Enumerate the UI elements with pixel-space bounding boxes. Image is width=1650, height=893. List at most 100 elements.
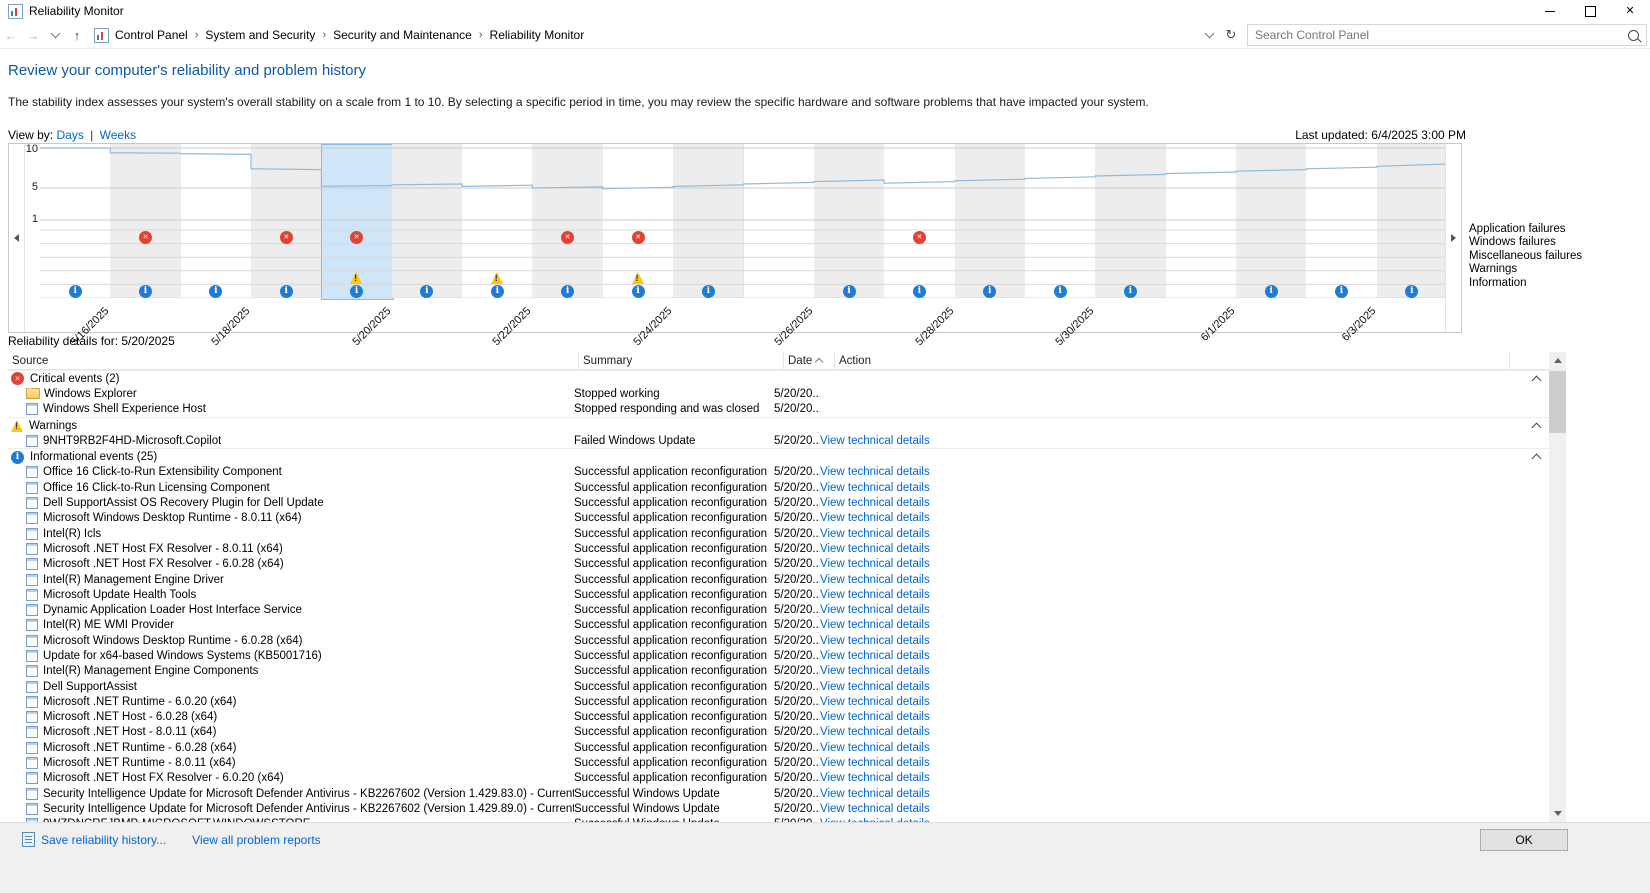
chart-day-column[interactable]: [1377, 144, 1448, 298]
column-header-source[interactable]: Source: [8, 352, 579, 369]
chart-day-column[interactable]: [251, 144, 322, 298]
table-row[interactable]: Microsoft .NET Host - 8.0.11 (x64)Succes…: [8, 725, 1549, 740]
view-technical-details-link[interactable]: View technical details: [820, 788, 930, 800]
view-technical-details-link[interactable]: View technical details: [820, 497, 930, 509]
information-icon[interactable]: [1265, 285, 1278, 298]
collapse-chevron-icon[interactable]: [1532, 375, 1542, 385]
information-icon[interactable]: [491, 285, 504, 298]
maximize-button[interactable]: [1570, 0, 1610, 22]
view-technical-details-link[interactable]: View technical details: [820, 528, 930, 540]
table-row[interactable]: Microsoft .NET Runtime - 6.0.20 (x64)Suc…: [8, 694, 1549, 709]
view-technical-details-link[interactable]: View technical details: [820, 543, 930, 555]
save-reliability-history-link[interactable]: Save reliability history...: [41, 833, 166, 847]
information-icon[interactable]: [69, 285, 82, 298]
table-row[interactable]: Security Intelligence Update for Microso…: [8, 786, 1549, 801]
group-header-row[interactable]: Warnings: [8, 417, 1549, 433]
refresh-icon[interactable]: ↻: [1220, 27, 1242, 43]
group-header-row[interactable]: Critical events (2): [8, 370, 1549, 386]
collapse-chevron-icon[interactable]: [1532, 422, 1542, 432]
view-technical-details-link[interactable]: View technical details: [820, 757, 930, 769]
table-row[interactable]: Windows ExplorerStopped working5/20/20..…: [8, 386, 1549, 401]
chart-day-column[interactable]: [1025, 144, 1096, 298]
back-arrow-icon[interactable]: ←: [0, 28, 22, 43]
application-failure-icon[interactable]: [139, 231, 152, 244]
view-technical-details-link[interactable]: View technical details: [820, 619, 930, 631]
chart-day-column[interactable]: [884, 144, 955, 298]
information-icon[interactable]: [843, 285, 856, 298]
table-row[interactable]: 9NHT9RB2F4HD-Microsoft.CopilotFailed Win…: [8, 433, 1549, 448]
information-icon[interactable]: [280, 285, 293, 298]
view-by-weeks-link[interactable]: Weeks: [100, 128, 136, 142]
chart-day-column[interactable]: [1236, 144, 1307, 298]
chart-day-column[interactable]: [744, 144, 815, 298]
chart-day-column[interactable]: [532, 144, 603, 298]
information-icon[interactable]: [702, 285, 715, 298]
view-technical-details-link[interactable]: View technical details: [820, 558, 930, 570]
information-icon[interactable]: [561, 285, 574, 298]
column-header-action[interactable]: Action: [835, 352, 1510, 369]
collapse-chevron-icon[interactable]: [1532, 454, 1542, 464]
table-row[interactable]: Security Intelligence Update for Microso…: [8, 801, 1549, 816]
table-row[interactable]: Dynamic Application Loader Host Interfac…: [8, 602, 1549, 617]
view-technical-details-link[interactable]: View technical details: [820, 482, 930, 494]
chart-day-column[interactable]: [1306, 144, 1377, 298]
scroll-down-button[interactable]: [1549, 805, 1566, 822]
view-technical-details-link[interactable]: View technical details: [820, 665, 930, 677]
view-technical-details-link[interactable]: View technical details: [820, 742, 930, 754]
table-row[interactable]: Intel(R) Management Engine ComponentsSuc…: [8, 664, 1549, 679]
view-technical-details-link[interactable]: View technical details: [820, 772, 930, 784]
table-row[interactable]: Dell SupportAssist OS Recovery Plugin fo…: [8, 495, 1549, 510]
application-failure-icon[interactable]: [350, 231, 363, 244]
chart-day-column[interactable]: [814, 144, 885, 298]
information-icon[interactable]: [1124, 285, 1137, 298]
chart-day-column[interactable]: [1166, 144, 1237, 298]
breadcrumb-item[interactable]: Security and Maintenance: [331, 28, 474, 42]
table-row[interactable]: Dell SupportAssistSuccessful application…: [8, 679, 1549, 694]
view-technical-details-link[interactable]: View technical details: [820, 726, 930, 738]
table-row[interactable]: Microsoft .NET Host FX Resolver - 6.0.20…: [8, 771, 1549, 786]
table-row[interactable]: Intel(R) IclsSuccessful application reco…: [8, 526, 1549, 541]
close-button[interactable]: ✕: [1610, 0, 1650, 22]
table-row[interactable]: Intel(R) ME WMI ProviderSuccessful appli…: [8, 618, 1549, 633]
search-input[interactable]: [1253, 27, 1628, 43]
chart-scroll-right-button[interactable]: [1445, 144, 1461, 332]
information-icon[interactable]: [913, 285, 926, 298]
column-header-date[interactable]: Date: [784, 352, 835, 369]
minimize-button[interactable]: [1530, 0, 1570, 22]
chart-day-column[interactable]: [955, 144, 1026, 298]
column-header-summary[interactable]: Summary: [579, 352, 784, 369]
group-header-row[interactable]: Informational events (25): [8, 448, 1549, 464]
view-technical-details-link[interactable]: View technical details: [820, 512, 930, 524]
warning-icon[interactable]: [491, 272, 503, 284]
view-technical-details-link[interactable]: View technical details: [820, 466, 930, 478]
view-all-problem-reports-link[interactable]: View all problem reports: [192, 833, 321, 847]
chart-day-column[interactable]: [110, 144, 181, 298]
table-row[interactable]: Update for x64-based Windows Systems (KB…: [8, 648, 1549, 663]
information-icon[interactable]: [350, 285, 363, 298]
ok-button[interactable]: OK: [1480, 829, 1568, 851]
search-icon[interactable]: [1628, 30, 1639, 41]
view-technical-details-link[interactable]: View technical details: [820, 604, 930, 616]
information-icon[interactable]: [1054, 285, 1067, 298]
chart-day-column[interactable]: [181, 144, 252, 298]
view-by-days-link[interactable]: Days: [56, 128, 83, 142]
table-row[interactable]: Office 16 Click-to-Run Licensing Compone…: [8, 480, 1549, 495]
breadcrumb-item[interactable]: Control Panel: [113, 28, 190, 42]
chart-day-column[interactable]: [1095, 144, 1166, 298]
chart-day-column[interactable]: [392, 144, 463, 298]
application-failure-icon[interactable]: [913, 231, 926, 244]
table-row[interactable]: Intel(R) Management Engine DriverSuccess…: [8, 572, 1549, 587]
breadcrumb-item[interactable]: System and Security: [203, 28, 317, 42]
up-arrow-icon[interactable]: ↑: [66, 28, 88, 43]
table-row[interactable]: Windows Shell Experience HostStopped res…: [8, 402, 1549, 417]
view-technical-details-link[interactable]: View technical details: [820, 711, 930, 723]
application-failure-icon[interactable]: [280, 231, 293, 244]
table-row[interactable]: Office 16 Click-to-Run Extensibility Com…: [8, 465, 1549, 480]
warning-icon[interactable]: [632, 272, 644, 284]
breadcrumb-item[interactable]: Reliability Monitor: [488, 28, 587, 42]
table-row[interactable]: Microsoft .NET Runtime - 6.0.28 (x64)Suc…: [8, 740, 1549, 755]
view-technical-details-link[interactable]: View technical details: [820, 696, 930, 708]
application-failure-icon[interactable]: [561, 231, 574, 244]
scroll-up-button[interactable]: [1549, 352, 1566, 369]
recent-locations-chevron-icon[interactable]: [44, 28, 66, 43]
